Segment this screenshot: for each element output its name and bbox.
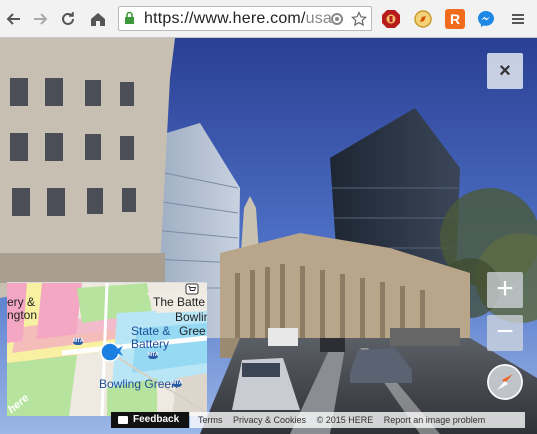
view-direction-icon [113,346,123,356]
map-label-battery: Battery [131,337,170,351]
browser-toolbar: https://www.here.com/usa R [0,0,537,38]
zoom-in-button[interactable]: + [487,272,523,308]
map-label-state-and: State & [131,324,171,338]
map-label-green: Gree [179,324,206,338]
bookmark-star-icon[interactable] [351,11,367,27]
url-host: https://www.here.com/ [144,10,306,27]
reload-icon[interactable] [58,9,78,29]
map-label-battery-place: ery & [7,295,36,309]
menu-icon[interactable] [508,9,528,29]
zoom-out-button[interactable]: − [487,315,523,351]
metro-badge-3: MTA [172,380,183,387]
address-bar[interactable]: https://www.here.com/usa [118,6,372,31]
terms-link[interactable]: Terms [198,415,223,425]
copyright-text: © 2015 HERE [316,415,374,425]
map-label-bowling-green: Bowling Green [99,377,178,391]
home-icon[interactable] [88,9,108,29]
back-arrow-icon[interactable] [4,9,24,29]
forward-arrow-icon[interactable] [30,9,50,29]
compass-icon [487,364,523,400]
map-label-the-battery: The Batte [153,295,206,309]
feedback-button[interactable]: Feedback [111,412,189,428]
lock-icon [125,11,134,24]
shopping-cart-icon [185,283,199,295]
r-extension-icon[interactable]: R [445,9,465,29]
messenger-icon[interactable] [476,9,496,29]
map-label-bowling: Bowlin [175,310,207,324]
location-target-icon[interactable] [329,11,345,27]
privacy-link[interactable]: Privacy & Cookies [233,415,306,425]
metro-badge-2: MTA [148,352,159,359]
close-viewer-button[interactable]: × [487,53,523,89]
mini-map[interactable]: ery & ngton The Batte Bowlin Gree State … [7,282,207,416]
compass-button[interactable] [487,364,523,400]
svg-text:R: R [450,11,460,27]
report-image-link[interactable]: Report an image problem [384,415,486,425]
url-text: https://www.here.com/usa [144,10,332,28]
ublock-icon[interactable] [381,9,401,29]
compass-extension-icon[interactable] [413,9,433,29]
feedback-label: Feedback [133,414,180,425]
footer-links: Terms Privacy & Cookies © 2015 HERE Repo… [190,412,525,428]
map-label-washington: ngton [7,308,38,322]
metro-badge-1: MTA [73,338,84,345]
speech-bubble-icon [118,416,128,424]
